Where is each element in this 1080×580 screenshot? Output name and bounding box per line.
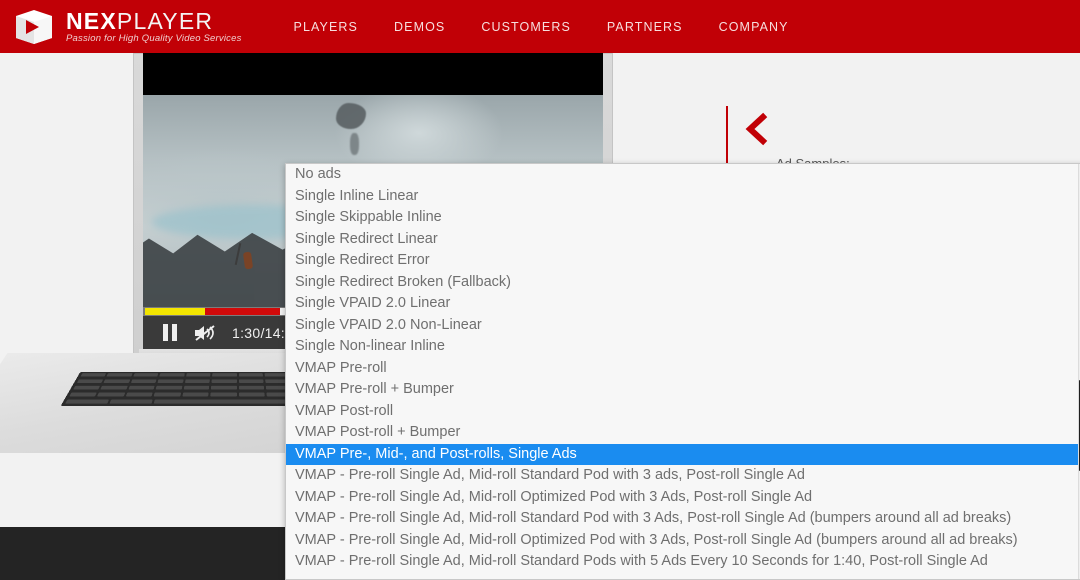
logo-title: NEXPLAYER	[66, 9, 242, 33]
dropdown-option[interactable]: VMAP - Pre-roll Single Ad, Mid-roll Stan…	[286, 465, 1080, 487]
video-letterbox	[143, 53, 603, 95]
dropdown-option[interactable]: VMAP - Pre-roll Single Ad, Mid-roll Stan…	[286, 551, 1080, 573]
dropdown-option[interactable]: Single Redirect Broken (Fallback)	[286, 272, 1080, 294]
page-root: NEXPLAYER Passion for High Quality Video…	[0, 0, 1080, 580]
dropdown-option[interactable]: Single Skippable Inline	[286, 207, 1080, 229]
nav-item-customers[interactable]: CUSTOMERS	[481, 20, 571, 34]
dropdown-option[interactable]: No ads	[286, 164, 1080, 186]
logo-title-bold: NEX	[66, 7, 117, 34]
nexplayer-cube-play-logo-icon	[12, 7, 56, 47]
dropdown-option[interactable]: VMAP Post-roll + Bumper	[286, 422, 1080, 444]
nav-item-partners[interactable]: PARTNERS	[607, 20, 683, 34]
dropdown-option[interactable]: VMAP Post-roll	[286, 401, 1080, 423]
dropdown-option[interactable]: Single Redirect Error	[286, 250, 1080, 272]
logo-title-thin: PLAYER	[116, 7, 214, 34]
dropdown-option[interactable]: VMAP Pre-roll	[286, 358, 1080, 380]
dropdown-option[interactable]: VMAP - Pre-roll Single Ad, Mid-roll Opti…	[286, 530, 1080, 552]
site-logo[interactable]: NEXPLAYER Passion for High Quality Video…	[12, 7, 242, 47]
dropdown-option[interactable]: Single VPAID 2.0 Non-Linear	[286, 315, 1080, 337]
logo-tagline: Passion for High Quality Video Services	[66, 32, 242, 44]
speaker-muted-icon[interactable]	[194, 324, 216, 342]
ad-samples-option-list: No ads Single Inline Linear Single Skippab…	[286, 164, 1080, 573]
dropdown-option[interactable]: VMAP Pre-roll + Bumper	[286, 379, 1080, 401]
dropdown-option[interactable]: VMAP - Pre-roll Single Ad, Mid-roll Opti…	[286, 487, 1080, 509]
nav-item-players[interactable]: PLAYERS	[294, 20, 358, 34]
dropdown-option[interactable]: Single Inline Linear	[286, 186, 1080, 208]
dropdown-option[interactable]: Single VPAID 2.0 Linear	[286, 293, 1080, 315]
rock-formation	[336, 103, 367, 130]
progress-segment-yellow	[145, 308, 205, 315]
back-chevron-icon[interactable]	[742, 112, 772, 146]
rock-formation-small	[350, 133, 359, 156]
dropdown-option[interactable]: VMAP - Pre-roll Single Ad, Mid-roll Stan…	[286, 508, 1080, 530]
ad-samples-dropdown[interactable]: No ads Single Inline Linear Single Skippab…	[285, 163, 1080, 580]
site-header: NEXPLAYER Passion for High Quality Video…	[0, 0, 1080, 53]
dropdown-option[interactable]: Single Redirect Linear	[286, 229, 1080, 251]
video-time-label: 1:30/14:4	[232, 324, 294, 341]
nav-item-demos[interactable]: DEMOS	[394, 20, 445, 34]
dropdown-option[interactable]: Single Non-linear Inline	[286, 336, 1080, 358]
dropdown-option[interactable]: VMAP Pre-, Mid-, and Post-rolls, Single …	[286, 443, 1080, 465]
pause-icon[interactable]	[163, 324, 178, 341]
logo-text-block: NEXPLAYER Passion for High Quality Video…	[66, 9, 242, 45]
main-navigation: PLAYERS DEMOS CUSTOMERS PARTNERS COMPANY	[294, 20, 789, 34]
nav-item-company[interactable]: COMPANY	[719, 20, 789, 34]
progress-segment-red	[205, 308, 280, 315]
